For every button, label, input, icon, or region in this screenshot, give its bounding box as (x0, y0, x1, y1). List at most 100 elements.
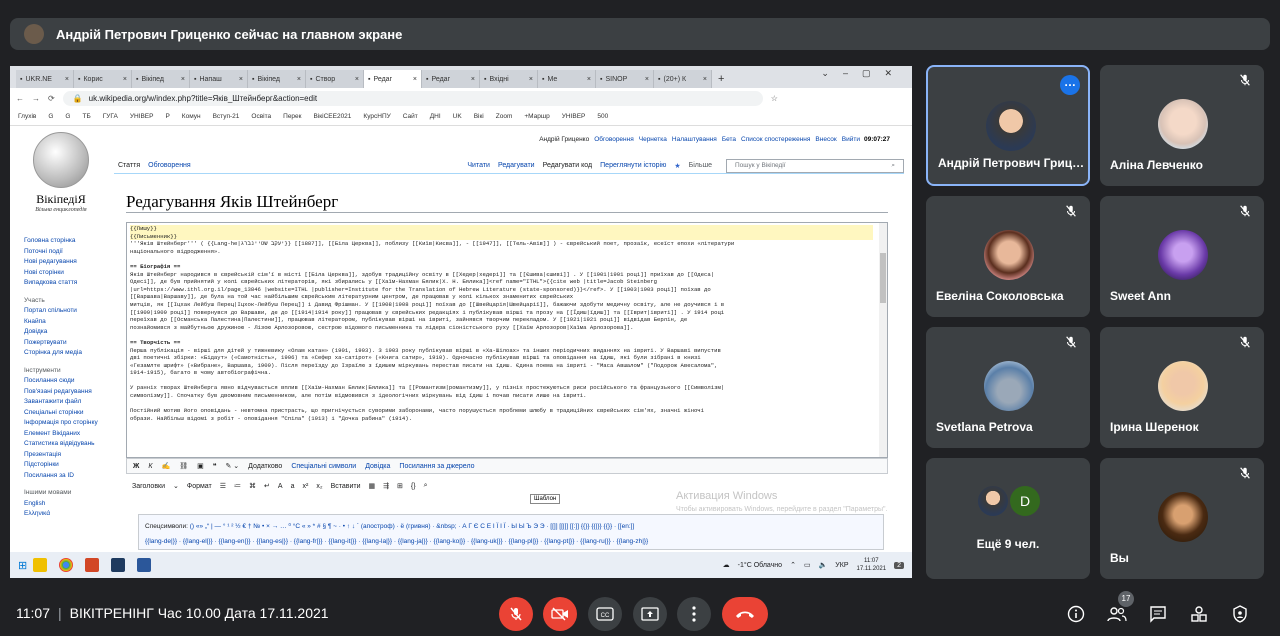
bookmark-item[interactable]: 500 (597, 113, 608, 120)
wiki-search-input[interactable]: Пошук у Вікіпедії ⌕ (726, 158, 904, 173)
bookmark-item[interactable]: УНІВЕР (130, 113, 154, 120)
close-icon[interactable]: × (703, 76, 707, 83)
activities-button[interactable] (1188, 603, 1210, 625)
personal-link[interactable]: Вийти (842, 136, 860, 143)
personal-link[interactable]: Список спостереження (741, 136, 810, 143)
browser-tab[interactable]: ▪ Вікіпед × (248, 70, 306, 88)
participant-tile[interactable]: D Ещё 9 чел. (926, 458, 1090, 579)
bookmark-item[interactable]: UK (453, 113, 462, 120)
bookmark-item[interactable]: КурсНПУ (363, 113, 390, 120)
taskbar-clock[interactable]: 11:07 17.11.2021 (857, 557, 887, 573)
captions-button[interactable]: CC (588, 597, 622, 631)
sidebar-link[interactable]: English (24, 499, 114, 510)
sidebar-link[interactable]: Презентація (24, 450, 114, 461)
personal-link[interactable]: Бета (722, 136, 736, 143)
sidebar-link[interactable]: Пожертвувати (24, 338, 114, 349)
sidebar-link[interactable]: Посилання сюди (24, 376, 114, 387)
sidebar-link[interactable]: Портал спільноти (24, 306, 114, 317)
keyboard-lang[interactable]: УКР (835, 562, 848, 569)
nowiki-icon[interactable]: ⌘ (249, 482, 256, 490)
close-icon[interactable]: × (297, 76, 301, 83)
tab-more[interactable]: Більше (685, 162, 716, 169)
browser-tab[interactable]: ▪ Вікіпед × (132, 70, 190, 88)
back-icon[interactable]: ← (16, 94, 24, 103)
toolbar-special-chars[interactable]: Спеціальні символи (291, 463, 356, 470)
browser-tab[interactable]: ▪ UKR.NE × (16, 70, 74, 88)
numbered-list-icon[interactable]: ≔ (234, 482, 241, 490)
browser-tab[interactable]: ▪ Ме × (538, 70, 596, 88)
close-icon[interactable]: × (181, 76, 185, 83)
mic-toggle-button[interactable] (499, 597, 533, 631)
host-controls-button[interactable] (1229, 603, 1251, 625)
browser-tab[interactable]: ▪ Створ × (306, 70, 364, 88)
sidebar-link[interactable]: Випадкова стаття (24, 278, 114, 289)
cite-dropdown[interactable]: ✎ ⌄ (225, 462, 239, 470)
link-icon[interactable]: ⛓ (179, 462, 188, 470)
superscript-icon[interactable]: x² (303, 483, 309, 490)
reference-icon[interactable]: ❝ (213, 462, 217, 470)
word-icon[interactable] (137, 558, 152, 572)
participant-options-button[interactable]: … (1060, 75, 1080, 95)
url-field[interactable]: 🔒 uk.wikipedia.org/w/index.php?title=Які… (62, 90, 763, 106)
sidebar-link[interactable]: Завантажити файл (24, 397, 114, 408)
tab-talk[interactable]: Обговорення (144, 162, 195, 169)
participant-tile[interactable]: Евеліна Соколовська (926, 196, 1090, 317)
app-icon[interactable] (111, 558, 126, 572)
italic-icon[interactable]: К (148, 463, 152, 470)
bookmark-item[interactable]: Освіта (251, 113, 271, 120)
window-controls[interactable]: ⌄–▢✕ (821, 68, 906, 79)
tab-read[interactable]: Читати (463, 162, 494, 169)
volume-icon[interactable]: 🔈 (819, 561, 828, 569)
star-icon[interactable]: ☆ (771, 94, 778, 103)
personal-link[interactable]: Обговорення (594, 136, 634, 143)
present-screen-button[interactable] (633, 597, 667, 631)
more-options-button[interactable] (677, 597, 711, 631)
participant-tile[interactable]: … Андрій Петрович Гриц… (926, 65, 1090, 186)
redirect-icon[interactable]: ⇶ (383, 482, 389, 490)
table-icon[interactable]: ⊞ (397, 482, 403, 490)
sidebar-link[interactable]: Пов'язані редагування (24, 387, 114, 398)
browser-tab[interactable]: ▪ Напаш × (190, 70, 248, 88)
tab-history[interactable]: Переглянути історію (596, 162, 670, 169)
personal-link[interactable]: Внесок (815, 136, 836, 143)
explorer-icon[interactable] (33, 558, 48, 572)
bookmark-item[interactable]: ГУГА (103, 113, 118, 120)
forward-icon[interactable]: → (32, 94, 40, 103)
sidebar-link[interactable]: Кнайпа (24, 317, 114, 328)
reload-icon[interactable]: ⟳ (48, 94, 55, 103)
tab-article[interactable]: Стаття (114, 162, 145, 170)
close-icon[interactable]: × (587, 76, 591, 83)
toolbar-cite-source[interactable]: Посилання за джерело (399, 463, 474, 470)
sidebar-link[interactable]: Інформація про сторінку (24, 418, 114, 429)
powerpoint-icon[interactable] (85, 558, 100, 572)
sidebar-link[interactable]: Нові редагування (24, 257, 114, 268)
notifications-badge[interactable]: 2 (894, 561, 904, 569)
bookmark-item[interactable]: G (65, 113, 70, 120)
sidebar-link[interactable]: Поточні події (24, 247, 114, 258)
personal-link[interactable]: Андрій Гриценко (539, 136, 589, 143)
editor-scroll-thumb[interactable] (880, 253, 886, 303)
participant-tile[interactable]: Аліна Левченко (1100, 65, 1264, 186)
close-icon[interactable]: × (471, 76, 475, 83)
leave-call-button[interactable] (722, 597, 768, 631)
image-icon[interactable]: ▣ (197, 462, 204, 470)
browser-tab[interactable]: ▪ Редаг × (364, 70, 422, 88)
bookmark-item[interactable]: Zoom (496, 113, 513, 120)
close-icon[interactable]: × (529, 76, 533, 83)
sidebar-link[interactable]: Довідка (24, 327, 114, 338)
bookmark-item[interactable]: Глухів (18, 113, 36, 120)
browser-tab[interactable]: ▪ Вхідні × (480, 70, 538, 88)
big-text-icon[interactable]: A (278, 483, 283, 490)
participant-tile[interactable]: Вы (1100, 458, 1264, 579)
toolbar-help[interactable]: Довідка (365, 463, 390, 470)
sidebar-link[interactable]: Головна сторінка (24, 236, 114, 247)
special-row-1[interactable]: () «» „“ | — ° ¹ ² ½ € † № • × → … ⁰ °C … (190, 523, 635, 530)
sidebar-link[interactable]: Посилання за ID (24, 471, 114, 482)
bookmark-item[interactable]: ДНІ (430, 113, 441, 120)
small-text-icon[interactable]: a (291, 483, 295, 490)
bookmark-item[interactable]: ВікіСЕЕ2021 (314, 113, 352, 120)
bookmark-item[interactable]: Комун (182, 113, 201, 120)
search-replace-icon[interactable]: ⌕ (424, 482, 428, 490)
participant-tile[interactable]: Ірина Шеренок (1100, 327, 1264, 448)
bullet-list-icon[interactable]: ☰ (220, 482, 226, 490)
